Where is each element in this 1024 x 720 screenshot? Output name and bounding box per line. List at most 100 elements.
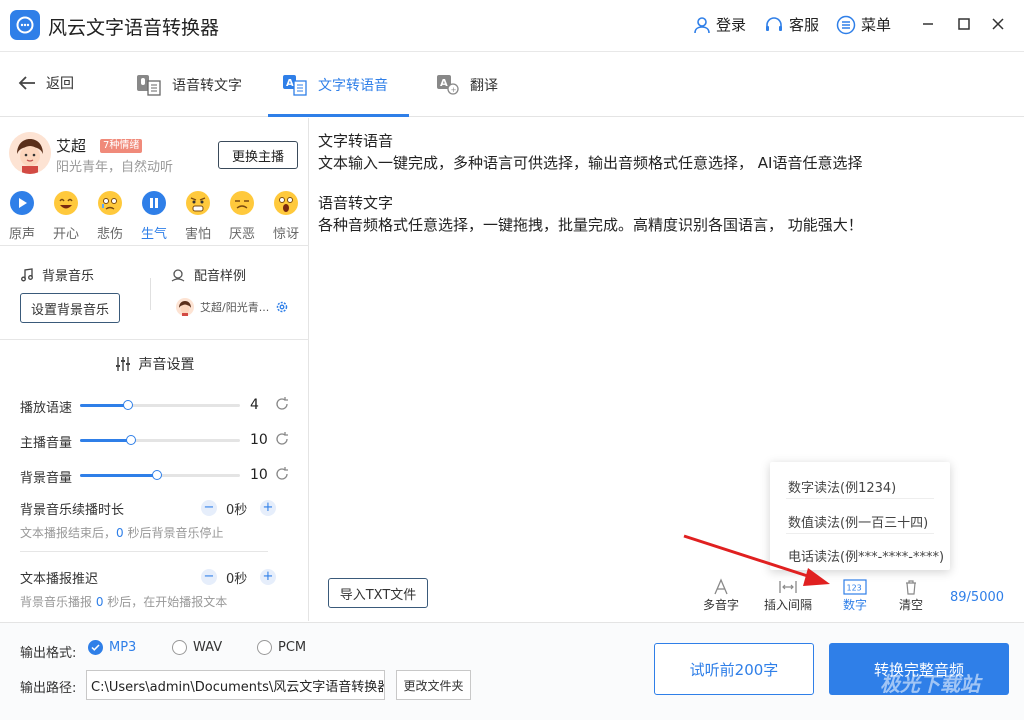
bg-volume-slider[interactable]: [80, 470, 240, 480]
slider-name: 主播音量: [20, 436, 73, 451]
reset-icon[interactable]: [274, 396, 290, 412]
radio-label: MP3: [109, 640, 137, 655]
text-speech-icon: A: [283, 75, 307, 96]
slider-knob[interactable]: [151, 470, 162, 480]
svg-text:A: A: [440, 78, 448, 89]
dropdown-divider: [786, 498, 934, 499]
slider-fill: [80, 404, 128, 407]
emotion-label: 生气: [140, 227, 167, 242]
close-icon: [992, 18, 1004, 30]
number-icon-text: 123: [847, 584, 862, 593]
pause-icon: [142, 191, 166, 215]
menu-label: 菜单: [861, 16, 892, 34]
output-path-field[interactable]: C:\Users\admin\Documents\风云文字语音转换器: [86, 670, 385, 700]
reset-icon[interactable]: [274, 431, 290, 447]
stepper-value: 0秒: [226, 503, 248, 518]
slider-fill: [80, 474, 157, 477]
format-pcm-radio[interactable]: PCM: [257, 640, 306, 655]
change-speaker-button[interactable]: 更换主播: [218, 141, 298, 169]
tool-label: 插入间隔: [763, 598, 812, 612]
radio-circle-icon: [257, 640, 272, 655]
translate-icon: A+: [437, 75, 459, 95]
insert-pause-tool[interactable]: 插入间隔: [763, 578, 813, 613]
sample-item[interactable]: 艾超/阳光青...: [176, 298, 289, 316]
svg-text:+: +: [451, 86, 457, 94]
speaker-volume-slider[interactable]: [80, 435, 240, 445]
radio-check-icon: [88, 640, 103, 655]
login-button[interactable]: 登录: [693, 14, 746, 35]
menu-button[interactable]: 菜单: [836, 14, 891, 35]
decrement-button[interactable]: −: [201, 569, 217, 585]
preview-button[interactable]: 试听前200字: [654, 643, 814, 695]
bg-volume-row: 背景音量 10: [20, 465, 300, 486]
menu-icon: [836, 15, 856, 34]
emotion-angry[interactable]: 生气: [136, 190, 172, 242]
delay-hint: 背景音乐播报 0 秒后，在开始播报文本: [20, 595, 228, 609]
emotion-label: 厌恶: [228, 227, 255, 242]
speed-slider-row: 播放语速 4: [20, 395, 300, 416]
tool-label: 数字: [842, 598, 867, 612]
increment-button[interactable]: +: [260, 569, 276, 585]
slider-knob[interactable]: [126, 435, 137, 445]
service-button[interactable]: 客服: [764, 14, 819, 35]
decrement-button[interactable]: −: [201, 500, 217, 516]
app-logo-icon: [10, 10, 40, 40]
emotion-sad[interactable]: 悲伤: [92, 190, 128, 242]
divider: [0, 339, 309, 340]
emotion-label: 悲伤: [96, 227, 123, 242]
emotion-disgust[interactable]: 厌恶: [224, 190, 260, 242]
speaker-volume-row: 主播音量 10: [20, 430, 300, 451]
change-folder-button[interactable]: 更改文件夹: [396, 670, 471, 700]
dropdown-item[interactable]: 数字读法(例1234): [788, 477, 896, 496]
tab-label: 文字转语音: [318, 78, 388, 94]
polyphone-tool[interactable]: 多音字: [696, 578, 746, 613]
bgm-heading: 背景音乐: [20, 265, 94, 284]
slider-name: 播放语速: [20, 401, 73, 416]
text-editor[interactable]: 文字转语音 文本输入一键完成，多种语言可供选择，输出音频格式任意选择， AI语音…: [318, 130, 1008, 236]
emotion-fear[interactable]: 害怕: [180, 190, 216, 242]
minimize-button[interactable]: [918, 14, 938, 34]
slider-value: 4: [250, 397, 259, 413]
sample-name: 艾超/阳光青...: [200, 301, 270, 314]
format-wav-radio[interactable]: WAV: [172, 640, 222, 655]
tab-translate[interactable]: A + 翻译: [436, 53, 498, 117]
mic-doc-icon: [137, 75, 161, 96]
emotion-count-badge: 7种情绪: [100, 139, 143, 153]
login-label: 登录: [716, 16, 747, 34]
voice-settings-heading: 声音设置: [0, 354, 309, 374]
speaker-description: 阳光青年，自然动听: [56, 160, 174, 175]
reset-icon[interactable]: [274, 466, 290, 482]
format-mp3-radio[interactable]: MP3: [88, 640, 136, 655]
tab-speech-to-text[interactable]: 语音转文字: [136, 53, 242, 117]
slider-fill: [80, 439, 132, 442]
radio-label: WAV: [193, 640, 223, 655]
emotion-surprise[interactable]: 惊讶: [268, 190, 304, 242]
maximize-button[interactable]: [954, 14, 974, 34]
user-icon: [694, 16, 710, 33]
close-button[interactable]: [988, 14, 1008, 34]
back-button[interactable]: 返回: [18, 73, 74, 93]
sample-label: 配音样例: [194, 269, 247, 284]
emotion-happy[interactable]: 开心: [48, 190, 84, 242]
radio-label: PCM: [278, 640, 307, 655]
speaker-name: 艾超: [56, 137, 87, 155]
slider-knob[interactable]: [123, 400, 133, 410]
editor-line: 各种音频格式任意选择，一键拖拽，批量完成。高精度识别各国语言， 功能强大！: [318, 216, 863, 234]
gear-icon[interactable]: [275, 300, 289, 314]
format-label: 输出格式:: [20, 646, 77, 661]
set-bgm-button[interactable]: 设置背景音乐: [20, 293, 120, 323]
tab-text-to-speech[interactable]: A 文字转语音: [282, 53, 388, 117]
import-txt-button[interactable]: 导入TXT文件: [328, 578, 428, 608]
vertical-divider: [150, 278, 151, 310]
speed-slider[interactable]: [80, 400, 240, 410]
happy-face-icon: [54, 191, 78, 215]
emotion-label: 害怕: [184, 227, 211, 242]
dropdown-item[interactable]: 数值读法(例一百三十四): [788, 512, 928, 531]
emotion-original[interactable]: 原声: [4, 190, 40, 242]
slider-value: 10: [250, 432, 268, 448]
number-tool[interactable]: 123 数字: [830, 578, 880, 613]
clear-tool[interactable]: 清空: [886, 578, 936, 613]
increment-button[interactable]: +: [260, 500, 276, 516]
disgust-face-icon: [230, 191, 254, 215]
tool-label: 多音字: [702, 598, 739, 612]
